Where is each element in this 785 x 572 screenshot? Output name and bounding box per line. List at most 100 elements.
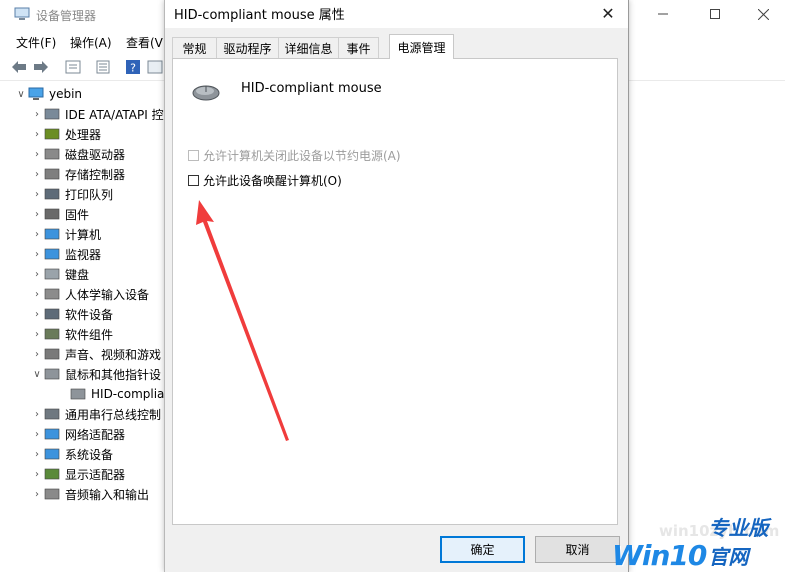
chevron-right-icon[interactable]: › (30, 429, 44, 440)
tree-item[interactable]: › 系统设备 (30, 444, 113, 464)
chevron-right-icon[interactable]: › (30, 469, 44, 480)
tree-item[interactable]: › 固件 (30, 204, 89, 224)
allow-power-off-checkbox[interactable] (188, 150, 199, 161)
mouse-icon (44, 368, 60, 380)
tab-details[interactable]: 详细信息 (278, 37, 339, 58)
tree-item-label: 固件 (65, 207, 90, 222)
sound-icon (44, 348, 60, 360)
tree-item[interactable]: › 监视器 (30, 244, 101, 264)
window-close-icon[interactable] (748, 4, 778, 24)
monitor-icon (44, 248, 60, 260)
tree-item[interactable]: › 计算机 (30, 224, 101, 244)
chevron-right-icon[interactable]: › (30, 329, 44, 340)
chevron-right-icon[interactable]: › (30, 209, 44, 220)
chevron-right-icon[interactable]: › (30, 309, 44, 320)
chevron-right-icon[interactable]: › (30, 109, 44, 120)
tree-item[interactable]: › 音频输入和输出 (30, 484, 149, 504)
tree-item-label: 鼠标和其他指针设 (65, 367, 162, 382)
back-arrow-icon[interactable] (10, 58, 28, 76)
mouse-icon (70, 388, 86, 400)
chevron-down-icon[interactable]: ∨ (30, 369, 44, 380)
cancel-button[interactable]: 取消 (535, 536, 620, 563)
device-manager-title: 设备管理器 (36, 9, 97, 23)
dialog-title: HID-compliant mouse 属性 (174, 8, 345, 23)
tree-item[interactable]: ∨ 鼠标和其他指针设 (30, 364, 161, 384)
allow-wake-checkbox[interactable] (188, 175, 199, 186)
tree-item-label: 通用串行总线控制 (65, 407, 162, 422)
network-adapter-icon (44, 428, 60, 440)
display-adapter-icon (44, 468, 60, 480)
device-tree: ∨ yebin › IDE ATA/ATAPI 控 › 处理器 › 磁盘驱动器 › 存储控制器… (0, 84, 165, 572)
tree-item[interactable]: › IDE ATA/ATAPI 控 (30, 104, 164, 124)
chevron-right-icon[interactable]: › (30, 489, 44, 500)
tree-item-label: 存储控制器 (65, 167, 126, 182)
tab-general[interactable]: 常规 (172, 37, 217, 58)
audio-icon (44, 488, 60, 500)
chevron-right-icon[interactable]: › (30, 229, 44, 240)
tree-item-label: 打印队列 (65, 187, 114, 202)
tree-item[interactable]: › 显示适配器 (30, 464, 125, 484)
chevron-right-icon[interactable]: › (30, 169, 44, 180)
hid-icon (44, 288, 60, 300)
computer-icon (28, 87, 44, 100)
software-component-icon (44, 328, 60, 340)
tree-item-label: 键盘 (65, 267, 90, 282)
tab-events[interactable]: 事件 (338, 37, 379, 58)
chevron-right-icon[interactable]: › (30, 289, 44, 300)
tree-item[interactable]: › 网络适配器 (30, 424, 125, 444)
tree-item[interactable]: › 存储控制器 (30, 164, 125, 184)
chevron-right-icon[interactable]: › (30, 189, 44, 200)
scan-hardware-icon[interactable] (146, 58, 164, 76)
tab-power-management[interactable]: 电源管理 (389, 34, 454, 59)
tree-item-label: 声音、视频和游戏 (65, 347, 162, 362)
tree-item-label: 系统设备 (65, 447, 114, 462)
tree-item[interactable]: › 处理器 (30, 124, 101, 144)
tree-item[interactable]: › 键盘 (30, 264, 89, 284)
tree-item-label: 磁盘驱动器 (65, 147, 126, 162)
tree-root[interactable]: ∨ yebin (14, 84, 82, 104)
processor-icon (44, 128, 60, 140)
chevron-right-icon[interactable]: › (30, 249, 44, 260)
properties-view-icon[interactable] (64, 58, 82, 76)
tree-child-item[interactable]: HID-complian (56, 384, 165, 404)
tree-item[interactable]: › 声音、视频和游戏 (30, 344, 161, 364)
forward-arrow-icon[interactable] (32, 58, 50, 76)
chevron-right-icon[interactable]: › (30, 149, 44, 160)
tree-item[interactable]: › 人体学输入设备 (30, 284, 149, 304)
tree-item-label: 音频输入和输出 (65, 487, 150, 502)
svg-text:?: ? (130, 62, 136, 75)
tree-item-label: IDE ATA/ATAPI 控 (65, 107, 164, 122)
maximize-icon[interactable] (700, 4, 730, 24)
chevron-right-icon[interactable]: › (30, 409, 44, 420)
tab-driver[interactable]: 驱动程序 (216, 37, 279, 58)
watermark-logo-sub: 专业版官网 (708, 516, 769, 569)
tree-item-label: 处理器 (65, 127, 102, 142)
minimize-icon[interactable] (648, 4, 678, 24)
firmware-icon (44, 208, 60, 220)
ok-button[interactable]: 确定 (440, 536, 525, 563)
menu-action[interactable]: 操作(A) (70, 34, 112, 51)
chevron-down-icon[interactable]: ∨ (14, 89, 28, 100)
chevron-right-icon[interactable]: › (30, 449, 44, 460)
chevron-right-icon[interactable]: › (30, 269, 44, 280)
computer-icon (44, 228, 60, 240)
tree-item-label: 监视器 (65, 247, 102, 262)
tree-item-label: HID-complian (91, 387, 165, 401)
tree-item-label: 软件组件 (65, 327, 114, 342)
menu-file[interactable]: 文件(F) (16, 34, 56, 51)
storage-controller-icon (44, 168, 60, 180)
chevron-right-icon[interactable]: › (30, 349, 44, 360)
tree-item[interactable]: › 软件组件 (30, 324, 113, 344)
mouse-icon (192, 85, 220, 101)
dialog-close-icon[interactable]: ✕ (594, 2, 622, 24)
tree-item[interactable]: › 通用串行总线控制 (30, 404, 161, 424)
help-icon[interactable]: ? (124, 58, 142, 76)
system-device-icon (44, 448, 60, 460)
tree-item[interactable]: › 软件设备 (30, 304, 113, 324)
ide-controller-icon (44, 108, 60, 120)
tree-item[interactable]: › 打印队列 (30, 184, 113, 204)
tree-item[interactable]: › 磁盘驱动器 (30, 144, 125, 164)
menu-view[interactable]: 查看(V (126, 34, 163, 51)
chevron-right-icon[interactable]: › (30, 129, 44, 140)
list-view-icon[interactable] (94, 58, 112, 76)
